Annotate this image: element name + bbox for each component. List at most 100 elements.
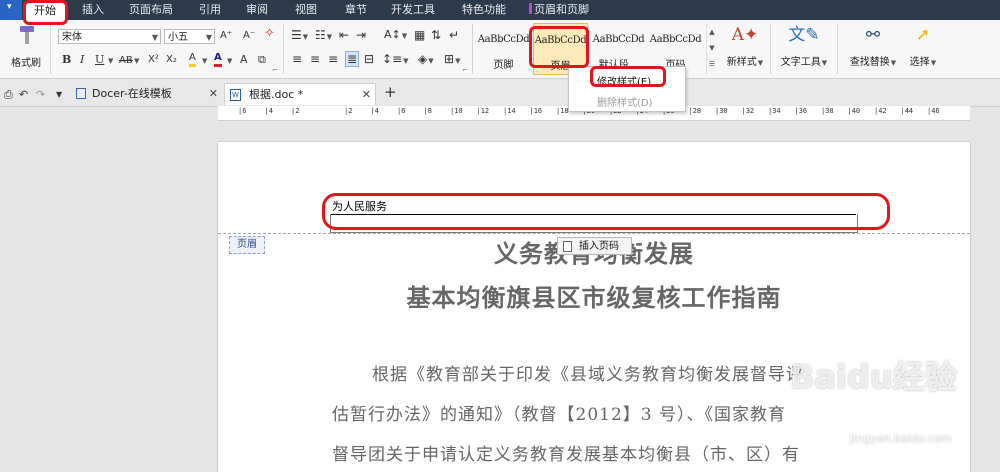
doc-paragraph-line-2: 估暂行办法》的通知》（教督【2012】3 号）、《国家教育 [332, 405, 786, 425]
sort-icon[interactable]: ⇅ [431, 28, 441, 42]
clear-format-icon[interactable]: ✧ [264, 27, 275, 41]
font-size-select[interactable]: 小五 ▼ [164, 29, 215, 44]
tab-header-footer[interactable]: 页眉和页脚 [529, 0, 589, 20]
strikethrough-button[interactable]: AB [119, 54, 133, 68]
chevron-down-icon: ▼ [205, 33, 212, 42]
chevron-down-icon[interactable]: ▼ [56, 88, 62, 102]
tab-view[interactable]: 视图 [295, 0, 317, 20]
shading-icon[interactable]: ◈▼ [418, 52, 434, 68]
underline-button[interactable]: U [95, 53, 104, 67]
italic-button[interactable]: I [80, 53, 84, 67]
table-icon[interactable]: ▦ [414, 28, 425, 42]
align-right-icon[interactable]: ≡ [328, 52, 338, 66]
cursor-icon: ➚ [915, 25, 931, 45]
tab-docer-templates[interactable]: Docer-在线模板 ✕ [72, 83, 222, 105]
show-marks-icon[interactable]: ↵ [449, 28, 459, 42]
ruler-number: |36 [794, 107, 808, 115]
align-left-icon[interactable]: ≡ [292, 52, 302, 66]
insert-page-number-button[interactable]: 插入页码 [557, 237, 632, 255]
ruler-number: |14 [503, 107, 516, 115]
ruler-number: |18 [556, 107, 569, 115]
page-number-icon [563, 241, 572, 252]
doc-title-line-2: 基本均衡旗县区市级复核工作指南 [406, 283, 782, 312]
bold-button[interactable]: B [62, 53, 71, 67]
borders-icon[interactable]: ⊞▼ [444, 52, 460, 68]
tab-current-document[interactable]: W 根据.doc * ✕ [224, 83, 376, 105]
watermark-logo: Baidu经验 [790, 358, 957, 396]
bullet-list-icon[interactable]: ☰▼ [291, 28, 308, 44]
ruler-number: |34 [768, 107, 781, 115]
line-spacing-icon[interactable]: ↕≡▼ [382, 52, 409, 68]
delete-style-menu-item[interactable]: 删除样式(D) [597, 94, 653, 109]
contextual-tab-marker [529, 3, 532, 14]
chevron-down-icon[interactable]: ▼ [201, 54, 207, 68]
select-button[interactable]: ➚ 选择▼ [904, 23, 942, 68]
new-tab-button[interactable]: + [384, 85, 397, 100]
tab-insert[interactable]: 插入 [82, 0, 104, 20]
ruler-number: |2 [291, 107, 300, 115]
doc-paragraph-line-3: 督导团关于申请认定义务教育发展基本均衡县（市、区）有 [332, 445, 800, 465]
annotation-highlight-modify-style [590, 66, 666, 87]
new-style-button[interactable]: A✦ 新样式▼ [722, 23, 768, 68]
char-border-icon[interactable]: A [240, 53, 248, 67]
ribbon: 格式刷 宋体 ▼ 小五 ▼ A⁺ A⁻ ✧ B I U ▼ AB ▼ X² X₂ A… [0, 20, 1000, 79]
shrink-font-button[interactable]: A⁻ [243, 29, 255, 43]
ruler-number: |4 [370, 107, 379, 115]
tab-developer[interactable]: 开发工具 [391, 0, 435, 20]
close-icon[interactable]: ✕ [362, 84, 371, 106]
ruler-number: |6 [397, 107, 406, 115]
ruler-number: |12 [476, 107, 490, 115]
subscript-button[interactable]: X₂ [166, 53, 177, 67]
chevron-up-icon[interactable]: ▲ [707, 24, 717, 40]
style-footer[interactable]: AaBbCcDd 页脚 [476, 23, 531, 75]
menu-bar: ▾ 开始 插入 页面布局 引用 审阅 视图 章节 开发工具 特色功能 页眉和页脚 [0, 0, 1000, 20]
chevron-down-icon: ▾ [7, 2, 12, 12]
ruler-number: |10 [450, 107, 463, 115]
decrease-indent-icon[interactable]: ⇤ [339, 28, 349, 42]
tab-references[interactable]: 引用 [199, 0, 221, 20]
undo-icon[interactable]: ↶ [19, 88, 28, 102]
chevron-down-icon: ▼ [151, 33, 158, 42]
text-tools-icon: 文✎ [788, 25, 820, 45]
chevron-down-icon[interactable]: ▼ [133, 54, 139, 68]
tab-sections[interactable]: 章节 [345, 0, 367, 20]
annotation-highlight-header-area [322, 193, 890, 230]
print-preview-icon[interactable]: ⎙ [4, 88, 13, 102]
distribute-icon[interactable]: ⊟ [364, 52, 374, 66]
text-tools-button[interactable]: 文✎ 文字工具▼ [776, 23, 832, 68]
font-color-button[interactable]: A [214, 52, 222, 67]
redo-icon[interactable]: ↷ [36, 88, 45, 102]
close-icon[interactable]: ✕ [209, 83, 218, 105]
grow-font-button[interactable]: A⁺ [220, 29, 232, 43]
tab-page-layout[interactable]: 页面布局 [129, 0, 173, 20]
highlight-color-button[interactable]: A [189, 52, 196, 67]
ruler-number: |38 [821, 107, 834, 115]
superscript-button[interactable]: X² [148, 53, 159, 67]
font-name-select[interactable]: 宋体 ▼ [58, 29, 161, 44]
tab-special-features[interactable]: 特色功能 [462, 0, 506, 20]
doc-paragraph-line-1: 根据《教育部关于印发《县域义务教育均衡发展督导评 [372, 365, 804, 385]
chevron-down-icon[interactable]: ▼ [107, 54, 113, 68]
ruler-number: |8 [423, 107, 432, 115]
find-replace-button[interactable]: ⚯ 查找替换▼ [845, 23, 901, 68]
tab-review[interactable]: 审阅 [246, 0, 268, 20]
style-gallery-scroll[interactable]: ▲ ▼ ☰ [706, 24, 717, 74]
word-doc-icon: W [230, 89, 241, 101]
ruler-number: |32 [741, 107, 755, 115]
dialog-launcher-icon[interactable]: ⌐ [462, 63, 468, 77]
align-center-icon[interactable]: ≡ [310, 52, 320, 66]
numbered-list-icon[interactable]: ☷▼ [315, 28, 332, 44]
annotation-highlight-header-style [529, 26, 589, 68]
chevron-down-icon[interactable]: ▼ [226, 54, 232, 68]
chevron-down-icon[interactable]: ▼ [707, 40, 717, 56]
text-direction-icon[interactable]: A↕▼ [384, 28, 407, 43]
app-menu-button[interactable]: ▾ [0, 0, 22, 20]
increase-indent-icon[interactable]: ⇥ [356, 28, 366, 42]
format-painter-button[interactable]: 格式刷 [11, 54, 41, 69]
ruler-number: |44 [900, 107, 914, 115]
char-shading-icon[interactable]: ⧉ [258, 53, 266, 67]
paintbrush-icon[interactable] [18, 24, 38, 49]
justify-icon[interactable]: ≣ [345, 51, 360, 67]
dialog-launcher-icon[interactable]: ⌐ [272, 63, 278, 77]
gallery-expand-icon[interactable]: ☰ [707, 56, 717, 72]
